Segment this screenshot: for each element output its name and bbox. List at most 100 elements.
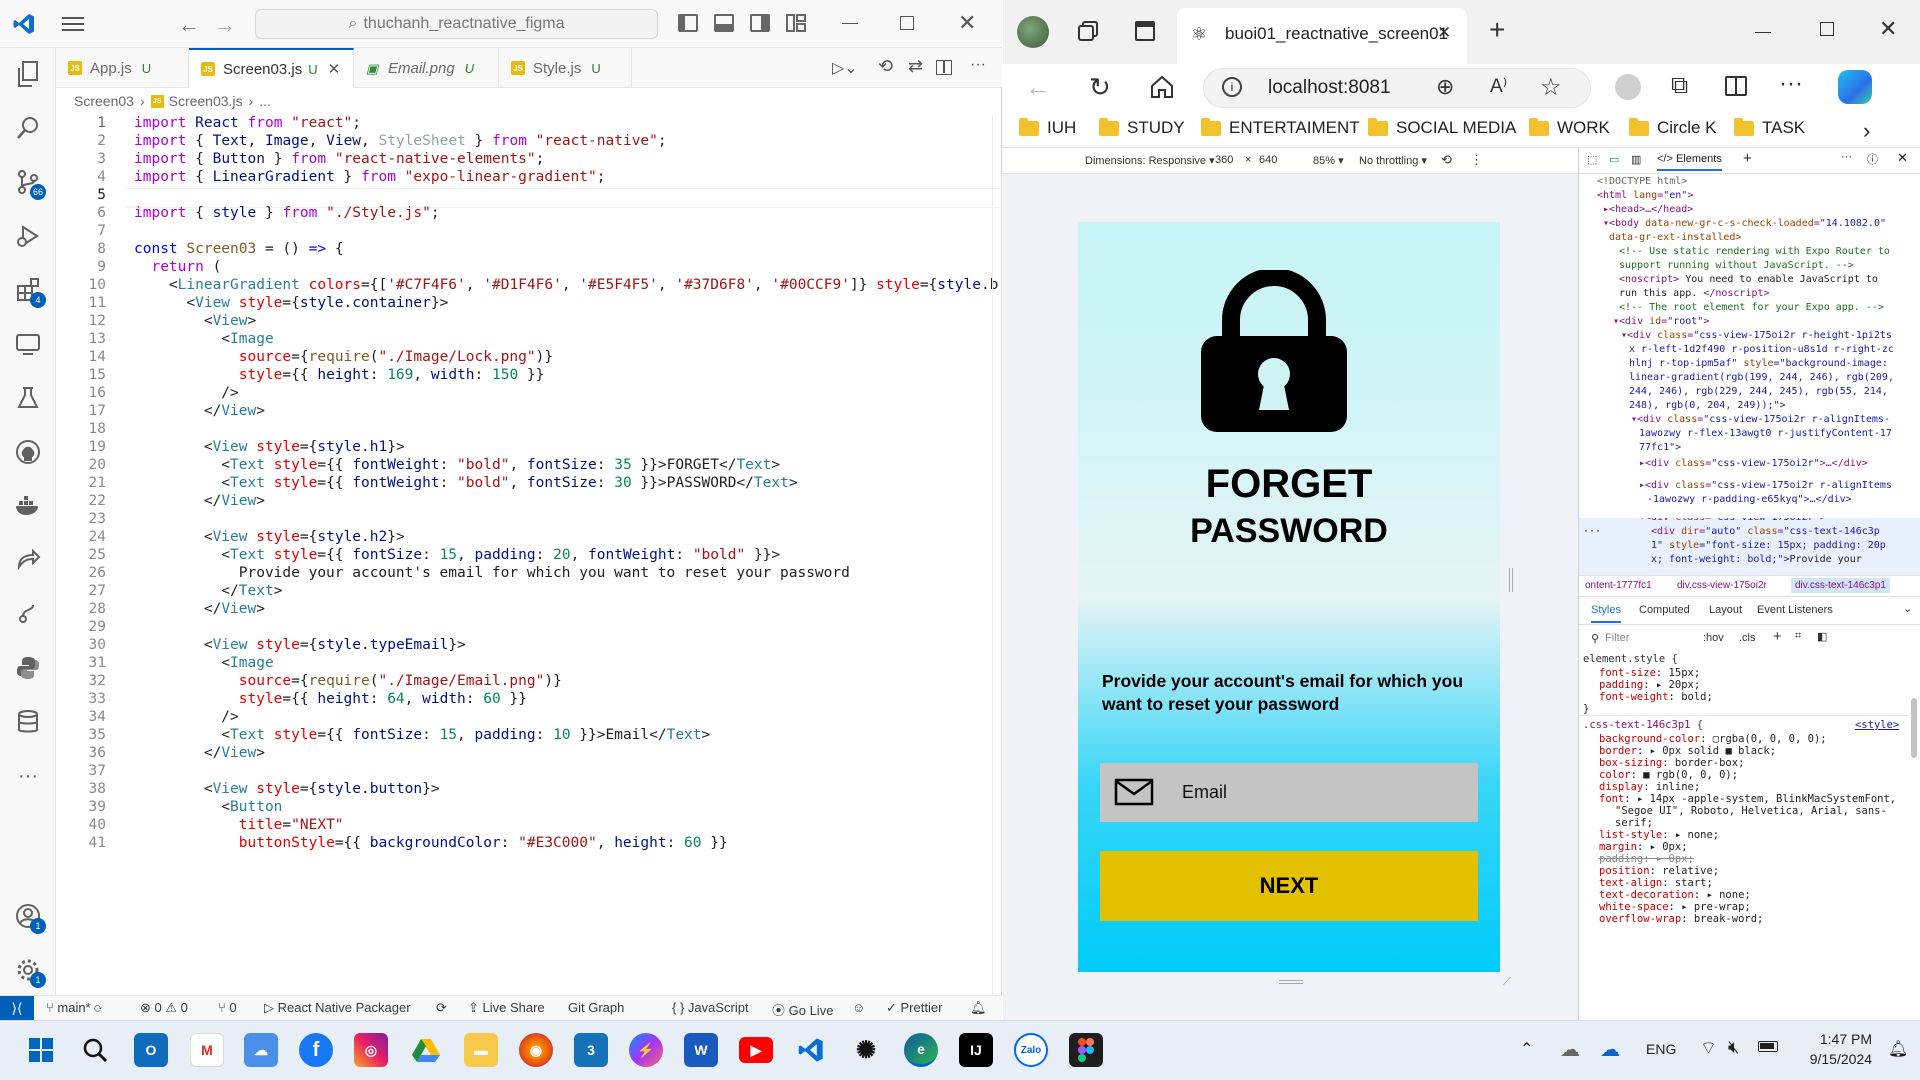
breadcrumb-item-selected[interactable]: div.css-text-146c3p1	[1791, 578, 1890, 593]
css-property[interactable]: text-align: start;	[1599, 877, 1713, 889]
new-tab-icon[interactable]: +	[1489, 14, 1505, 46]
tab-event-listeners[interactable]: Event Listeners	[1757, 604, 1833, 616]
bookmark-work[interactable]: WORK	[1529, 117, 1610, 138]
onedrive-blue-icon[interactable]: ☁	[1600, 1037, 1620, 1062]
bookmark-social-media[interactable]: SOCIAL MEDIA	[1368, 117, 1516, 138]
dom-node[interactable]: ▾<div class="css-view-175oi2r r-alignIte…	[1631, 414, 1890, 425]
react-native-packager[interactable]: ▷ React Native Packager	[264, 1000, 411, 1016]
element-state-icon[interactable]: ⌗	[1795, 630, 1801, 643]
toggle-sidebar-icon[interactable]	[678, 14, 698, 32]
onedrive-grey-icon[interactable]: ☁	[1560, 1037, 1580, 1062]
css-property[interactable]: overflow-wrap: break-word;	[1599, 913, 1763, 925]
more-actions-icon[interactable]: ···	[970, 56, 986, 74]
notifications-bell-icon[interactable]: 🔔︎	[970, 1000, 987, 1016]
start-windows-icon[interactable]	[24, 1033, 58, 1067]
menu-icon[interactable]	[62, 14, 84, 34]
close-icon[interactable]: ✕	[1879, 16, 1897, 42]
dom-node[interactable]: <!DOCTYPE html>	[1597, 176, 1687, 187]
bookmark-task[interactable]: TASK	[1734, 117, 1805, 138]
site-info-icon[interactable]: i	[1222, 77, 1242, 97]
rotate-icon[interactable]: ⟲	[1441, 152, 1452, 168]
zalo-icon[interactable]: Zalo	[1014, 1033, 1048, 1067]
bookmark-iuh[interactable]: IUH	[1019, 117, 1076, 138]
docker-icon[interactable]	[12, 490, 44, 522]
dom-node[interactable]: <div dir="auto" class="css-text-146c3p	[1651, 526, 1880, 537]
chevron-right-icon[interactable]: ›	[1863, 118, 1870, 144]
clock-date[interactable]: 9/15/2024	[1790, 1051, 1872, 1067]
gmail-icon[interactable]: M	[190, 1033, 224, 1067]
remote-indicator[interactable]: ⟩⟨	[0, 996, 34, 1020]
device-toggle-icon[interactable]: ▭	[1609, 153, 1619, 166]
firefox-icon[interactable]: ◉	[519, 1033, 553, 1067]
css-property[interactable]: color: ■ rgb(0, 0, 0);	[1599, 769, 1738, 781]
input-language[interactable]: ENG	[1646, 1041, 1676, 1057]
timeline-icon[interactable]: ⟲	[878, 56, 893, 77]
throttle-select[interactable]: No throttling ▾	[1359, 154, 1427, 167]
home-icon[interactable]	[1149, 74, 1175, 100]
volume-muted-icon[interactable]: 🔇︎	[1728, 1037, 1739, 1058]
dom-node[interactable]: ▸<div class="css-view-175oi2r r-alignIte…	[1639, 480, 1892, 491]
remote-explorer-icon[interactable]	[12, 328, 44, 360]
zoom-select[interactable]: 85% ▾	[1313, 154, 1344, 167]
show-hidden-icons[interactable]: ⌃	[1520, 1039, 1533, 1059]
vertical-tabs-icon[interactable]	[1135, 21, 1155, 41]
git-graph-status[interactable]: Git Graph	[568, 1000, 624, 1015]
styles-scrollbar[interactable]	[1909, 658, 1919, 944]
refresh-icon[interactable]: ↻	[1089, 72, 1111, 103]
outlook-icon[interactable]: O	[134, 1033, 168, 1067]
run-debug-icon[interactable]	[12, 220, 44, 252]
facebook-icon[interactable]: f	[299, 1033, 333, 1067]
chevron-down-icon[interactable]: ⌄	[1903, 602, 1912, 615]
live-share-status[interactable]: ⇪ Live Share	[468, 1000, 545, 1016]
dom-node[interactable]: ▸<head>…</head>	[1603, 204, 1693, 215]
minimize-icon[interactable]	[842, 23, 858, 24]
python-icon[interactable]	[12, 652, 44, 684]
dom-node[interactable]: ▾<div class="css-view-175oi2r r-height-1…	[1621, 330, 1892, 341]
file-explorer-icon[interactable]: ▬	[464, 1033, 498, 1067]
back-arrow-icon[interactable]: ←	[1025, 72, 1051, 103]
resize-handle-bottom[interactable]	[1279, 980, 1303, 984]
css-property[interactable]: border: ▸ 0px solid ■ black;	[1599, 745, 1776, 757]
database-icon[interactable]	[12, 706, 44, 738]
css-property[interactable]: margin: ▸ 0px;	[1599, 841, 1688, 853]
height-input[interactable]: 640	[1259, 154, 1277, 166]
resize-handle-right[interactable]	[1509, 568, 1513, 592]
address-bar[interactable]: i localhost:8081 ⊕ A⁾ ☆	[1203, 68, 1591, 108]
run-code-icon[interactable]: ▷⌄	[832, 58, 858, 78]
breadcrumb-folder[interactable]: Screen03	[74, 93, 134, 109]
forward-arrow-icon[interactable]: →	[214, 12, 236, 38]
dom-node[interactable]: <html lang="en">	[1597, 190, 1693, 201]
favorite-star-icon[interactable]: ☆	[1540, 73, 1562, 102]
toggle-panel-icon[interactable]	[714, 14, 734, 32]
close-icon[interactable]: ✕	[958, 10, 976, 36]
chatgpt-icon[interactable]: ✺	[849, 1033, 883, 1067]
git-graph-icon[interactable]	[12, 598, 44, 630]
extensions-icon[interactable]: 4	[12, 274, 46, 308]
intellij-icon[interactable]: IJ	[959, 1033, 993, 1067]
tab-close-icon[interactable]: ✕	[1437, 23, 1451, 43]
tracking-icon[interactable]	[1615, 74, 1641, 100]
toggle-secondary-sidebar-icon[interactable]	[750, 14, 770, 32]
computed-sidebar-icon[interactable]: ◧	[1817, 630, 1827, 643]
dom-node[interactable]: <noscript> You need to enable JavaScript…	[1619, 274, 1878, 285]
tab-close-icon[interactable]: ✕	[328, 60, 341, 78]
explorer-icon[interactable]	[12, 58, 44, 90]
close-devtools-icon[interactable]: ✕	[1897, 150, 1908, 166]
read-aloud-icon[interactable]: A⁾	[1490, 75, 1507, 98]
search-icon[interactable]	[12, 112, 44, 144]
dimensions-select[interactable]: Dimensions: Responsive ▾	[1085, 154, 1215, 167]
styles-filter-input[interactable]: Filter	[1605, 632, 1629, 644]
tab-layout[interactable]: Layout	[1709, 604, 1742, 616]
css-property-overridden[interactable]: padding: ▸ 0px;	[1599, 853, 1694, 865]
breadcrumb-file[interactable]: Screen03.js	[169, 93, 243, 109]
css-property[interactable]: list-style: ▸ none;	[1599, 829, 1719, 841]
hov-toggle[interactable]: :hov	[1703, 632, 1724, 644]
css-property[interactable]: background-color: ▢rgba(0, 0, 0, 0);	[1599, 733, 1827, 745]
customize-layout-icon[interactable]	[786, 14, 806, 32]
tab-elements[interactable]: </> Elements	[1657, 153, 1722, 171]
language-mode[interactable]: { } JavaScript	[672, 1000, 749, 1015]
css-property[interactable]: text-decoration: ▸ none;	[1599, 889, 1751, 901]
dom-selected-node[interactable]: ▾<div class="css-view-175oi2r"> ··· <div…	[1579, 518, 1920, 575]
branch-indicator[interactable]: ⑂ main* ⟳	[46, 1000, 102, 1015]
split-screen-icon[interactable]	[1725, 76, 1747, 96]
